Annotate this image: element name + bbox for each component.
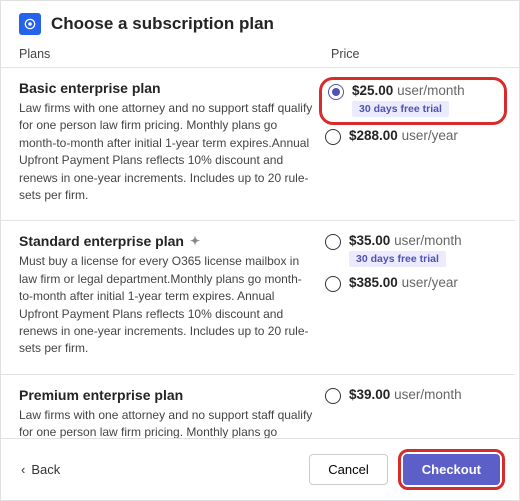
radio[interactable] bbox=[325, 276, 341, 292]
price-unit: user/year bbox=[402, 275, 458, 290]
cancel-button[interactable]: Cancel bbox=[309, 454, 387, 485]
radio-selected[interactable] bbox=[328, 84, 344, 100]
plan-name: Standard enterprise plan ✦ bbox=[19, 233, 200, 249]
price-amount: $385.00 bbox=[349, 275, 398, 290]
plan-basic: Basic enterprise plan Law firms with one… bbox=[1, 68, 515, 220]
checkout-button[interactable]: Checkout bbox=[403, 454, 500, 485]
app-icon bbox=[19, 13, 41, 35]
highlight-annotation: Checkout bbox=[398, 449, 505, 490]
plan-desc: Law firms with one attorney and no suppo… bbox=[19, 100, 315, 204]
plan-name: Premium enterprise plan bbox=[19, 387, 183, 403]
price-option[interactable]: $25.00 user/month 30 days free trial bbox=[328, 83, 498, 117]
plans-scroll[interactable]: Basic enterprise plan Law firms with one… bbox=[1, 68, 519, 448]
plan-premium: Premium enterprise plan Law firms with o… bbox=[1, 374, 515, 448]
back-button[interactable]: ‹ Back bbox=[15, 458, 66, 481]
plan-name: Basic enterprise plan bbox=[19, 80, 161, 96]
highlight-annotation: $25.00 user/month 30 days free trial bbox=[319, 77, 507, 125]
plan-name-text: Standard enterprise plan bbox=[19, 233, 184, 249]
chevron-left-icon: ‹ bbox=[21, 462, 25, 477]
price-option[interactable]: $288.00 user/year bbox=[325, 128, 501, 145]
price-amount: $39.00 bbox=[349, 387, 390, 402]
plan-desc: Must buy a license for every O365 licens… bbox=[19, 253, 315, 357]
price-label: $25.00 user/month bbox=[352, 83, 465, 98]
price-label: $39.00 user/month bbox=[349, 387, 462, 402]
footer: ‹ Back Cancel Checkout bbox=[1, 438, 519, 500]
price-label: $385.00 user/year bbox=[349, 275, 458, 290]
plan-standard: Standard enterprise plan ✦ Must buy a li… bbox=[1, 220, 515, 373]
price-label: $35.00 user/month bbox=[349, 233, 462, 248]
col-price: Price bbox=[331, 47, 501, 61]
radio[interactable] bbox=[325, 129, 341, 145]
price-label: $288.00 user/year bbox=[349, 128, 458, 143]
col-plans: Plans bbox=[19, 47, 331, 61]
price-option[interactable]: $385.00 user/year bbox=[325, 275, 501, 292]
price-unit: user/year bbox=[402, 128, 458, 143]
price-unit: user/month bbox=[397, 83, 465, 98]
column-headers: Plans Price bbox=[1, 43, 519, 67]
price-amount: $35.00 bbox=[349, 233, 390, 248]
dialog-header: Choose a subscription plan bbox=[1, 1, 519, 43]
radio[interactable] bbox=[325, 234, 341, 250]
price-unit: user/month bbox=[394, 387, 462, 402]
back-label: Back bbox=[31, 462, 60, 477]
radio[interactable] bbox=[325, 388, 341, 404]
price-option[interactable]: $35.00 user/month 30 days free trial bbox=[325, 233, 501, 267]
price-amount: $288.00 bbox=[349, 128, 398, 143]
dialog-title: Choose a subscription plan bbox=[51, 14, 274, 34]
sparkle-icon: ✦ bbox=[190, 234, 200, 248]
trial-badge: 30 days free trial bbox=[349, 251, 446, 267]
trial-badge: 30 days free trial bbox=[352, 101, 449, 117]
price-amount: $25.00 bbox=[352, 83, 393, 98]
price-option[interactable]: $39.00 user/month bbox=[325, 387, 501, 404]
price-unit: user/month bbox=[394, 233, 462, 248]
